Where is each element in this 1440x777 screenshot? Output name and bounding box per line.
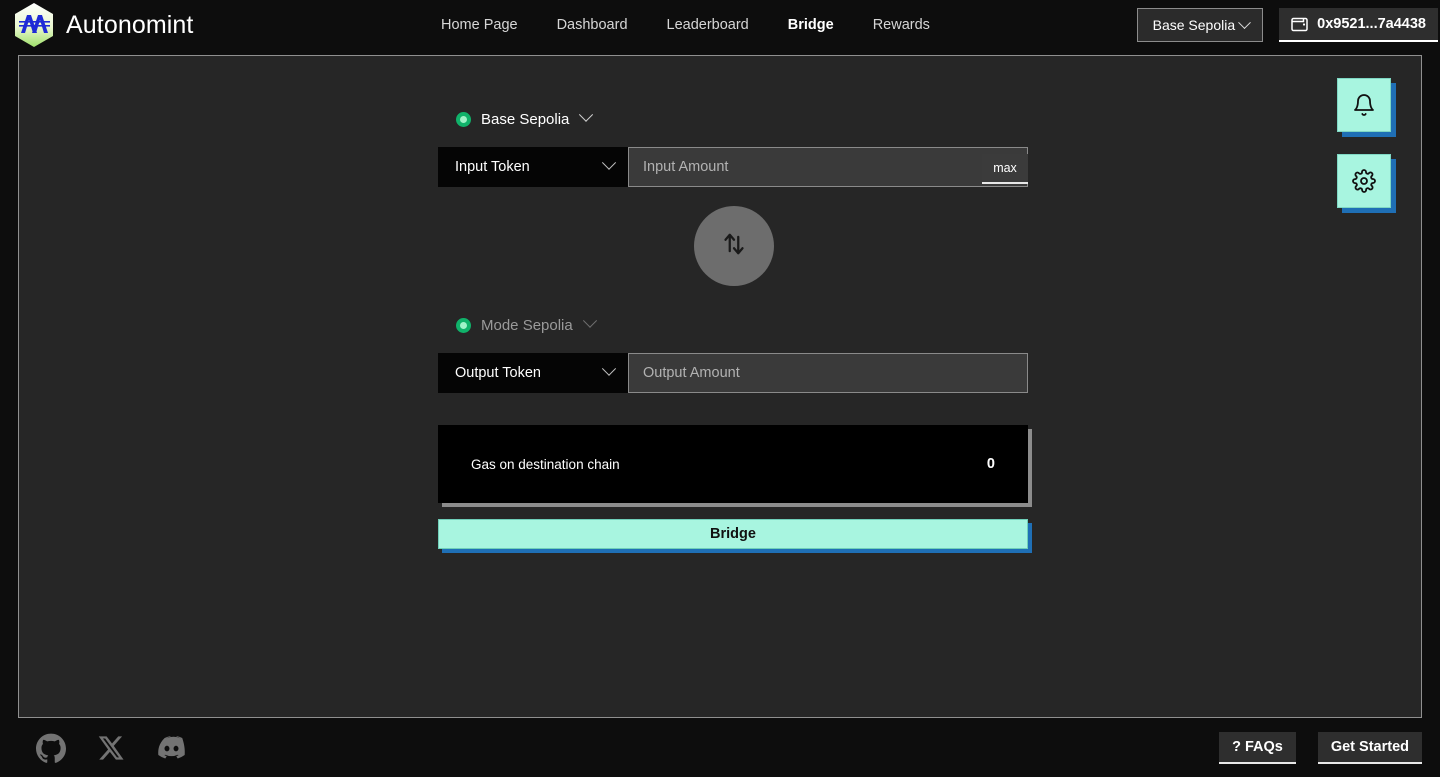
- swap-direction-button[interactable]: [694, 206, 774, 286]
- chevron-down-icon: [601, 155, 617, 170]
- bridge-submit-button[interactable]: Bridge: [438, 519, 1028, 549]
- bell-icon: [1352, 93, 1376, 117]
- app-footer: ? FAQs Get Started: [0, 718, 1440, 777]
- wallet-button[interactable]: 0x9521...7a4438: [1279, 8, 1438, 42]
- swap-vertical-arrows-icon: [717, 227, 751, 266]
- destination-chain-label[interactable]: Mode Sepolia: [481, 317, 573, 334]
- nav-item-rewards[interactable]: Rewards: [873, 17, 930, 33]
- network-selector[interactable]: Base Sepolia: [1136, 8, 1264, 42]
- max-button[interactable]: max: [982, 154, 1028, 184]
- gear-icon: [1352, 169, 1376, 193]
- side-action-buttons: [1337, 78, 1391, 208]
- chevron-down-icon: [1238, 15, 1252, 29]
- wallet-icon: [1291, 16, 1309, 32]
- nav-item-leaderboard[interactable]: Leaderboard: [667, 17, 749, 33]
- brand-name: Autonomint: [66, 10, 194, 39]
- source-chain-label[interactable]: Base Sepolia: [481, 111, 569, 128]
- app-header: Autonomint Home Page Dashboard Leaderboa…: [0, 0, 1440, 50]
- input-token-label: Input Token: [455, 159, 530, 175]
- nav-item-dashboard[interactable]: Dashboard: [557, 17, 628, 33]
- autonomint-hex-logo-icon: [12, 2, 56, 48]
- nav-item-home-page[interactable]: Home Page: [441, 17, 518, 33]
- chevron-down-icon: [601, 361, 617, 376]
- social-links: [0, 732, 187, 763]
- output-token-select[interactable]: Output Token: [438, 353, 628, 393]
- notifications-button[interactable]: [1337, 78, 1391, 132]
- output-token-label: Output Token: [455, 365, 541, 381]
- bridge-form: Base Sepolia max Input Token Input Amoun…: [438, 99, 1028, 549]
- input-token-select[interactable]: Input Token: [438, 147, 628, 187]
- settings-button[interactable]: [1337, 154, 1391, 208]
- input-amount-field[interactable]: [628, 147, 1028, 187]
- gas-summary-panel: Gas on destination chain 0: [438, 425, 1028, 503]
- github-icon[interactable]: [36, 733, 66, 763]
- chevron-down-icon[interactable]: [579, 107, 594, 122]
- destination-chain-row: Mode Sepolia: [438, 305, 1028, 345]
- gas-label: Gas on destination chain: [471, 456, 620, 472]
- wallet-address: 0x9521...7a4438: [1317, 16, 1426, 32]
- swap-direction-wrap: [440, 206, 1028, 286]
- destination-chain-status-dot-icon: [456, 317, 471, 333]
- x-twitter-icon[interactable]: [97, 734, 125, 762]
- network-selector-label: Base Sepolia: [1152, 17, 1236, 33]
- get-started-button[interactable]: Get Started: [1317, 731, 1422, 764]
- source-chain-status-dot-icon: [456, 111, 471, 127]
- gas-value: 0: [986, 456, 995, 472]
- faqs-button[interactable]: ? FAQs: [1219, 731, 1296, 764]
- bridge-panel: Base Sepolia max Input Token Input Amoun…: [18, 55, 1422, 718]
- header-actions: Base Sepolia 0x9521...7a4438: [1136, 0, 1440, 50]
- source-chain-row: Base Sepolia max: [438, 99, 1028, 184]
- footer-actions: ? FAQs Get Started: [1219, 731, 1440, 764]
- chevron-down-icon[interactable]: [582, 313, 597, 328]
- discord-icon[interactable]: [156, 732, 187, 763]
- source-field-row: Input Token: [438, 147, 1028, 187]
- output-amount-field[interactable]: [628, 353, 1028, 393]
- main-nav: Home Page Dashboard Leaderboard Bridge R…: [441, 0, 930, 50]
- brand[interactable]: Autonomint: [0, 2, 300, 48]
- destination-field-row: Output Token: [438, 353, 1028, 393]
- nav-item-bridge[interactable]: Bridge: [788, 17, 834, 33]
